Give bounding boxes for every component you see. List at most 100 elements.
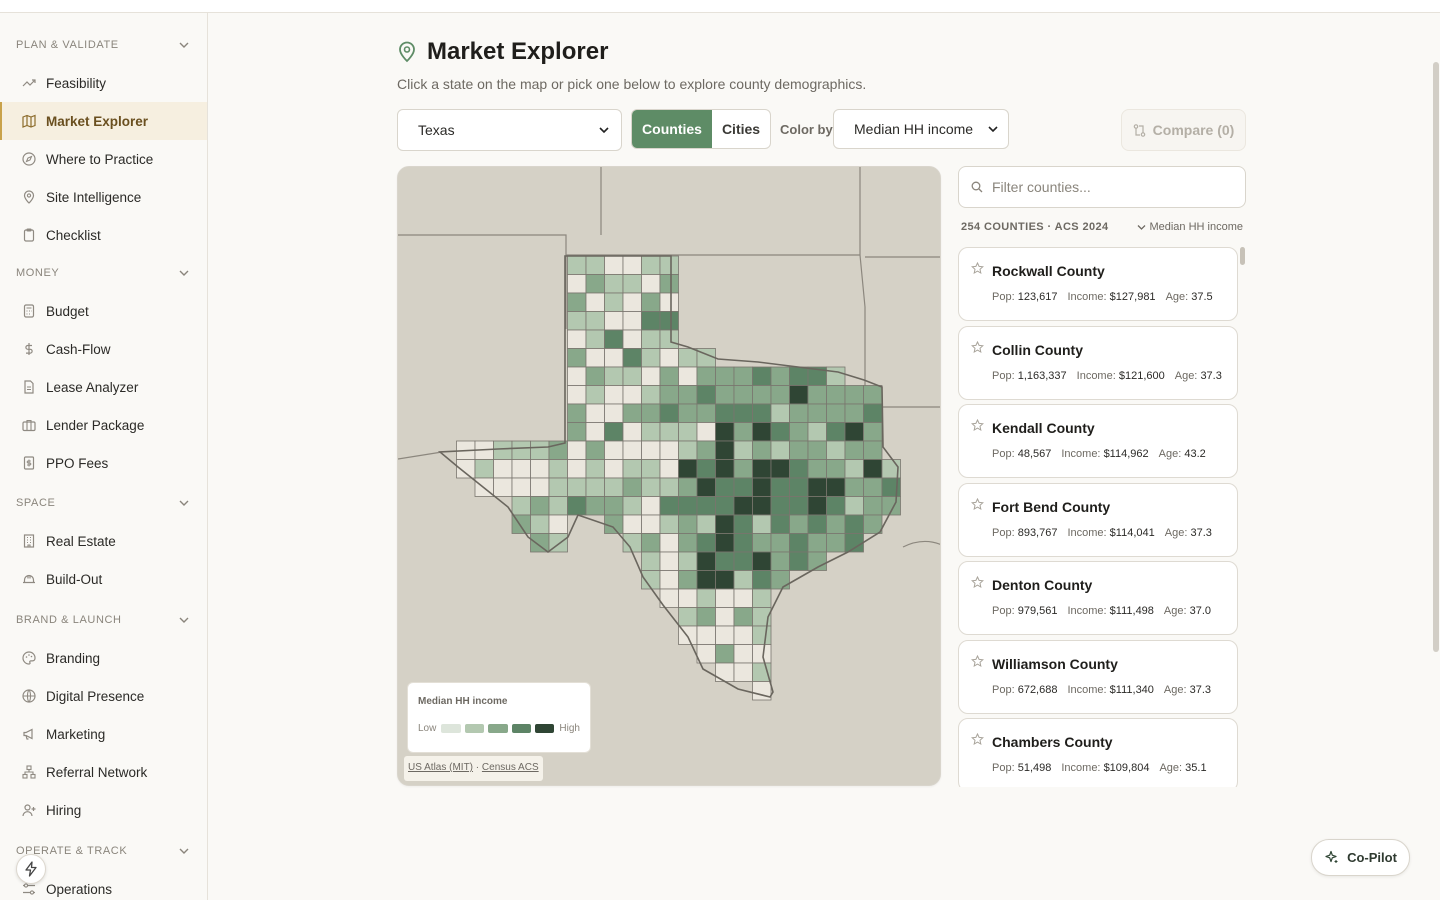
county-shape[interactable] [585, 311, 605, 331]
county-shape[interactable] [715, 607, 735, 627]
county-shape[interactable] [604, 496, 624, 516]
county-shape[interactable] [641, 403, 661, 423]
county-shape[interactable] [826, 403, 846, 423]
county-shape[interactable] [567, 440, 587, 460]
county-shape[interactable] [826, 459, 846, 479]
county-filter-input[interactable]: Filter counties... [958, 166, 1246, 208]
county-shape[interactable] [678, 533, 698, 553]
county-shape[interactable] [844, 459, 864, 479]
county-shape[interactable] [752, 385, 772, 405]
county-shape[interactable] [696, 422, 716, 442]
county-shape[interactable] [789, 459, 809, 479]
county-shape[interactable] [659, 477, 679, 497]
county-shape[interactable] [678, 348, 698, 368]
county-shape[interactable] [604, 274, 624, 294]
county-shape[interactable] [807, 440, 827, 460]
county-shape[interactable] [807, 514, 827, 534]
county-shape[interactable] [863, 514, 883, 534]
county-shape[interactable] [567, 422, 587, 442]
county-shape[interactable] [752, 588, 772, 608]
county-shape[interactable] [844, 533, 864, 553]
county-shape[interactable] [659, 274, 679, 294]
county-shape[interactable] [641, 329, 661, 349]
county-shape[interactable] [752, 366, 772, 386]
county-shape[interactable] [770, 551, 790, 571]
county-shape[interactable] [641, 274, 661, 294]
county-shape[interactable] [733, 625, 753, 645]
county-shape[interactable] [659, 311, 679, 331]
county-shape[interactable] [789, 514, 809, 534]
sidebar-item-market-explorer[interactable]: Market Explorer [0, 102, 207, 140]
star-icon[interactable] [971, 340, 984, 354]
sidebar-item-checklist[interactable]: Checklist [0, 216, 207, 254]
county-shape[interactable] [752, 440, 772, 460]
county-shape[interactable] [530, 459, 550, 479]
county-shape[interactable] [752, 625, 772, 645]
county-shape[interactable] [493, 440, 513, 460]
county-shape[interactable] [585, 422, 605, 442]
county-shape[interactable] [604, 366, 624, 386]
county-shape[interactable] [659, 422, 679, 442]
county-shape[interactable] [641, 459, 661, 479]
county-shape[interactable] [659, 440, 679, 460]
county-shape[interactable] [715, 644, 735, 664]
county-shape[interactable] [567, 366, 587, 386]
county-shape[interactable] [659, 329, 679, 349]
county-shape[interactable] [567, 348, 587, 368]
county-shape[interactable] [733, 422, 753, 442]
county-shape[interactable] [733, 385, 753, 405]
county-shape[interactable] [789, 440, 809, 460]
county-shape[interactable] [826, 533, 846, 553]
county-shape[interactable] [493, 459, 513, 479]
county-shape[interactable] [770, 477, 790, 497]
county-shape[interactable] [807, 422, 827, 442]
county-shape[interactable] [530, 477, 550, 497]
county-shape[interactable] [678, 385, 698, 405]
county-shape[interactable] [826, 422, 846, 442]
county-card[interactable]: Fort Bend County Pop: 893,767 Income: $114… [958, 482, 1238, 557]
county-shape[interactable] [567, 255, 587, 275]
county-shape[interactable] [696, 533, 716, 553]
county-shape[interactable] [733, 514, 753, 534]
county-shape[interactable] [585, 274, 605, 294]
county-shape[interactable] [863, 385, 883, 405]
county-shape[interactable] [844, 440, 864, 460]
county-shape[interactable] [622, 274, 642, 294]
county-card[interactable]: Denton County Pop: 979,561 Income: $111,49… [958, 561, 1238, 635]
county-shape[interactable] [752, 514, 772, 534]
county-shape[interactable] [604, 255, 624, 275]
county-shape[interactable] [567, 292, 587, 312]
sidebar-item-digital-presence[interactable]: Digital Presence [0, 677, 207, 715]
county-shape[interactable] [604, 440, 624, 460]
county-shape[interactable] [715, 551, 735, 571]
county-shape[interactable] [659, 570, 679, 590]
county-shape[interactable] [752, 662, 772, 682]
county-shape[interactable] [789, 385, 809, 405]
section-money[interactable]: MONEY [0, 254, 207, 292]
county-shape[interactable] [696, 477, 716, 497]
county-shape[interactable] [548, 496, 568, 516]
county-shape[interactable] [826, 496, 846, 516]
county-shape[interactable] [863, 440, 883, 460]
county-shape[interactable] [659, 366, 679, 386]
county-shape[interactable] [696, 459, 716, 479]
county-shape[interactable] [659, 292, 679, 312]
county-shape[interactable] [604, 403, 624, 423]
county-shape[interactable] [585, 255, 605, 275]
county-shape[interactable] [622, 514, 642, 534]
county-shape[interactable] [715, 385, 735, 405]
county-shape[interactable] [678, 514, 698, 534]
county-shape[interactable] [567, 385, 587, 405]
county-shape[interactable] [567, 459, 587, 479]
county-shape[interactable] [696, 366, 716, 386]
county-shape[interactable] [678, 403, 698, 423]
county-shape[interactable] [826, 477, 846, 497]
county-shape[interactable] [659, 385, 679, 405]
sidebar-item-budget[interactable]: Budget [0, 292, 207, 330]
county-shape[interactable] [622, 329, 642, 349]
section-space[interactable]: SPACE [0, 484, 207, 522]
county-shape[interactable] [678, 366, 698, 386]
county-shape[interactable] [641, 422, 661, 442]
county-shape[interactable] [604, 292, 624, 312]
county-shape[interactable] [641, 440, 661, 460]
